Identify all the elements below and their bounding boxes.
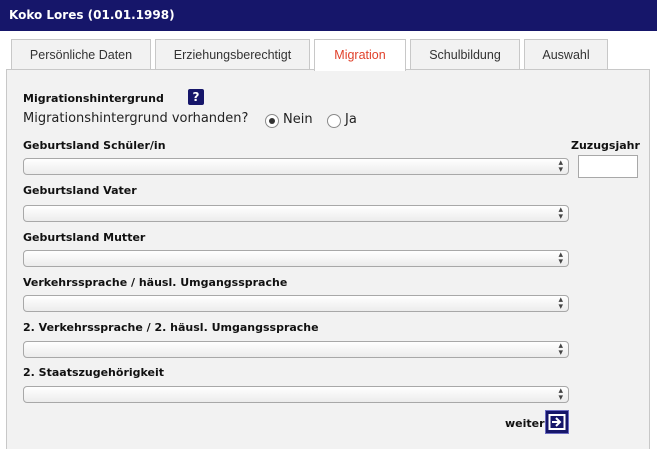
- up-down-arrows-icon: ▴ ▾: [558, 295, 563, 312]
- section-title: Migrationshintergrund: [23, 92, 164, 105]
- arrow-right-icon: [548, 414, 566, 430]
- student-title: Koko Lores (01.01.1998): [9, 8, 175, 22]
- field-label-verkehrssprache: Verkehrssprache / häusl. Umgangssprache: [23, 276, 288, 289]
- weiter-label: weiter: [505, 417, 545, 430]
- tab-persoenliche-daten[interactable]: Persönliche Daten: [11, 39, 151, 69]
- migration-question: Migrationshintergrund vorhanden?: [23, 111, 249, 126]
- field-label-geburtsland-vater: Geburtsland Vater: [23, 184, 137, 197]
- field-label-2-verkehrssprache: 2. Verkehrssprache / 2. häusl. Umgangssp…: [23, 321, 319, 334]
- select-2-verkehrssprache[interactable]: ▴ ▾: [23, 341, 569, 358]
- weiter-button[interactable]: [545, 410, 569, 434]
- select-2-staatszugehoerigkeit[interactable]: ▴ ▾: [23, 386, 569, 403]
- tab-schulbildung[interactable]: Schulbildung: [410, 39, 520, 69]
- field-label-geburtsland-schueler: Geburtsland Schüler/in: [23, 139, 166, 152]
- select-geburtsland-vater[interactable]: ▴ ▾: [23, 205, 569, 222]
- up-down-arrows-icon: ▴ ▾: [558, 205, 563, 222]
- up-down-arrows-icon: ▴ ▾: [558, 250, 563, 267]
- radio-nein[interactable]: [265, 114, 279, 128]
- radio-nein-label: Nein: [283, 112, 313, 127]
- tab-migration[interactable]: Migration: [314, 39, 406, 71]
- select-geburtsland-mutter[interactable]: ▴ ▾: [23, 250, 569, 267]
- select-geburtsland-schueler[interactable]: ▴ ▾: [23, 158, 569, 175]
- help-icon[interactable]: ?: [188, 89, 204, 105]
- radio-ja-label: Ja: [345, 112, 357, 127]
- field-label-geburtsland-mutter: Geburtsland Mutter: [23, 231, 146, 244]
- select-verkehrssprache[interactable]: ▴ ▾: [23, 295, 569, 312]
- tab-auswahl[interactable]: Auswahl: [524, 39, 608, 69]
- up-down-arrows-icon: ▴ ▾: [558, 386, 563, 403]
- up-down-arrows-icon: ▴ ▾: [558, 341, 563, 358]
- field-label-2-staatszugehoerigkeit: 2. Staatszugehörigkeit: [23, 366, 165, 379]
- radio-ja[interactable]: [327, 114, 341, 128]
- zuzugsjahr-input[interactable]: [578, 155, 638, 178]
- tab-erziehungsberechtigt[interactable]: Erziehungsberechtigt: [155, 39, 310, 69]
- zuzugsjahr-label: Zuzugsjahr: [571, 139, 640, 152]
- title-bar: Koko Lores (01.01.1998): [0, 0, 657, 31]
- up-down-arrows-icon: ▴ ▾: [558, 158, 563, 175]
